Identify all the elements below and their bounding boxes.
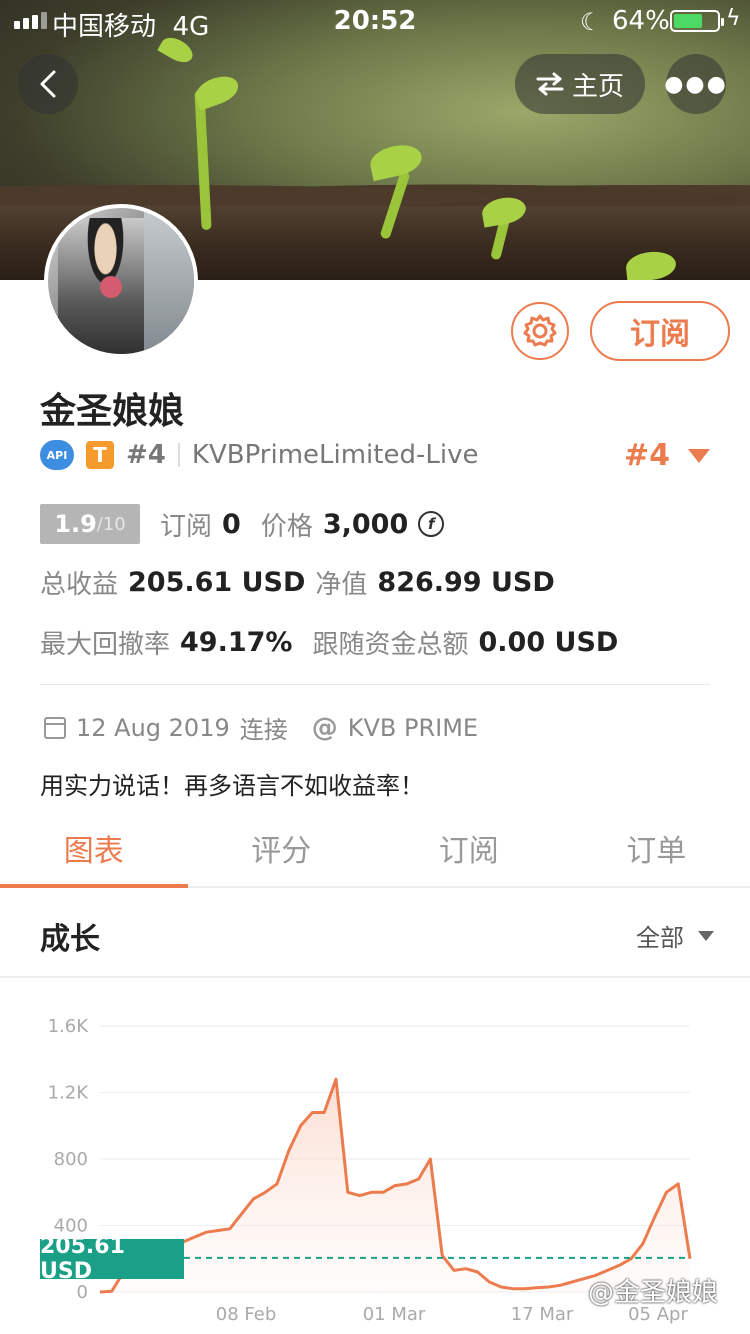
coin-icon: f [418, 511, 445, 537]
bio-text: 用实力说话！再多语言不如收益率！ [40, 772, 424, 800]
api-badge: API [40, 440, 74, 470]
triangle-down-icon [698, 930, 714, 941]
tier-badge: T [86, 441, 114, 469]
tab-chart[interactable]: 图表 [0, 810, 188, 888]
moon-icon: ☾ [580, 8, 602, 36]
tab-orders[interactable]: 订单 [563, 810, 750, 886]
y-tick-label: 1.6K [48, 1016, 90, 1037]
rank-label: #4 [126, 440, 166, 470]
score-badge: 1.9/10 [40, 504, 140, 544]
section-title: 成长 [40, 922, 100, 957]
net-value-label: 净值 [315, 570, 368, 600]
watermark: @金圣娘娘 [588, 1278, 719, 1308]
total-profit-label: 总收益 [40, 570, 119, 600]
more-button[interactable]: ●●● [664, 54, 728, 114]
swap-icon [536, 72, 564, 96]
y-tick-label: 1.2K [48, 1083, 90, 1104]
tab-bar: 图表 评分 订阅 订单 [0, 810, 750, 888]
account-label: KVBPrimeLimited-Live [191, 440, 479, 470]
rank-dropdown[interactable]: #4 [624, 438, 711, 473]
rank-right-label: #4 [624, 438, 671, 473]
price-value: 3,000 [322, 508, 409, 540]
stats-row-1: 1.9/10 订阅 0 价格 3,000 f [40, 504, 445, 544]
total-profit-value: 205.61 USD [128, 567, 306, 598]
divider [177, 443, 180, 467]
stats-row-2: 总收益 205.61 USD 净值 826.99 USD [40, 564, 565, 601]
battery-icon [670, 10, 724, 32]
sprout-leaf [191, 71, 243, 111]
connect-label: 连接 [239, 716, 288, 744]
drawdown-label: 最大回撤率 [40, 630, 171, 660]
follow-label: 跟随资金总额 [312, 630, 469, 660]
more-dots-icon: ●●● [664, 71, 728, 97]
battery-percent: 64% [612, 6, 670, 36]
current-value-badge: 205.61 USD [40, 1234, 184, 1284]
connect-date: 12 Aug 2019 [76, 713, 230, 742]
avatar-rose [100, 276, 122, 298]
triangle-down-icon [688, 448, 711, 463]
y-tick-label: 0 [77, 1282, 88, 1303]
gear-icon [523, 314, 557, 347]
subscribe-count: 0 [222, 508, 241, 540]
home-label: 主页 [571, 71, 624, 102]
stats-row-3: 最大回撤率 49.17% 跟随资金总额 0.00 USD [40, 624, 628, 661]
x-tick-label: 17 Mar [511, 1304, 574, 1325]
subscribe-button[interactable]: 订阅 [590, 301, 730, 361]
subscribe-count-label: 订阅 [160, 511, 213, 542]
y-tick-label: 800 [54, 1149, 88, 1170]
filter-label: 全部 [636, 924, 684, 952]
follow-value: 0.00 USD [478, 627, 619, 658]
back-button[interactable] [18, 54, 78, 114]
tab-subscriptions[interactable]: 订阅 [375, 810, 563, 886]
divider [40, 684, 710, 685]
charging-icon: ϟ [726, 6, 741, 31]
status-bar: 中国移动 4G 20:52 ☾ 64% ϟ [0, 0, 750, 42]
tab-rating[interactable]: 评分 [188, 810, 376, 886]
settings-button[interactable] [511, 302, 569, 360]
calendar-icon [44, 716, 66, 739]
meta-row: 12 Aug 2019 连接 @ KVB PRIME [44, 710, 478, 745]
page-title: 金圣娘娘 [40, 391, 185, 432]
at-icon: @ [311, 712, 338, 743]
chevron-left-icon [40, 70, 56, 98]
score-max: /10 [96, 513, 126, 535]
price-label: 价格 [260, 511, 313, 542]
avatar-panel [144, 208, 194, 354]
score-value: 1.9 [54, 510, 97, 538]
x-tick-label: 01 Mar [363, 1304, 426, 1325]
tags-row: API T #4 KVBPrimeLimited-Live [40, 438, 478, 472]
avatar[interactable] [44, 204, 198, 358]
net-value-value: 826.99 USD [377, 567, 555, 598]
x-tick-label: 08 Feb [216, 1304, 277, 1325]
divider [0, 976, 750, 978]
filter-dropdown[interactable]: 全部 [636, 918, 714, 953]
drawdown-value: 49.17% [180, 627, 293, 658]
home-button[interactable]: 主页 [515, 54, 645, 114]
broker-label: KVB PRIME [347, 713, 479, 742]
